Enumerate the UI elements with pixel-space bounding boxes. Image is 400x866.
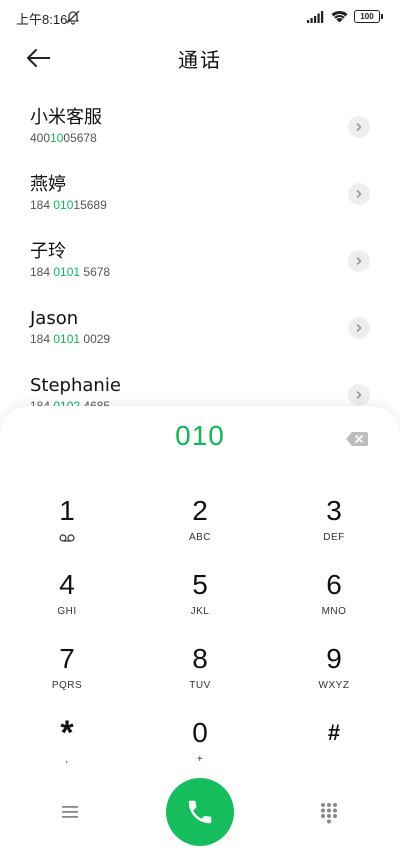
key-1[interactable]: 1 (17, 494, 117, 564)
key-9[interactable]: 9 WXYZ (284, 642, 384, 712)
key-star[interactable]: * , (17, 716, 117, 786)
contact-detail-button[interactable] (348, 116, 370, 138)
signal-icon (307, 10, 324, 23)
key-digit: 6 (326, 569, 342, 600)
contact-detail-button[interactable] (348, 384, 370, 406)
key-7[interactable]: 7 PQRS (17, 642, 117, 712)
key-hash[interactable]: # (284, 716, 384, 786)
key-digit: 2 (192, 495, 208, 526)
key-letters: TUV (189, 680, 211, 691)
chevron-right-icon (356, 324, 362, 332)
key-letters: PQRS (51, 680, 83, 691)
contact-list: 小米客服 4001005678 燕婷 184 01015689 子玲 184 0… (0, 92, 400, 427)
chevron-right-icon (356, 190, 362, 198)
key-2[interactable]: 2 ABC (150, 494, 250, 564)
status-time: 上午8:16 (16, 12, 68, 27)
list-item[interactable]: Jason 184 0101 0029 (0, 293, 400, 360)
wifi-icon (331, 10, 348, 23)
key-5[interactable]: 5 JKL (150, 568, 250, 638)
contact-name: 小米客服 (30, 107, 102, 128)
phone-icon (188, 800, 212, 824)
contact-detail-button[interactable] (348, 250, 370, 272)
key-digit: 8 (192, 643, 208, 674)
list-item[interactable]: 小米客服 4001005678 (0, 92, 400, 159)
menu-icon[interactable] (61, 805, 79, 819)
list-item[interactable]: 子玲 184 0101 5678 (0, 226, 400, 293)
key-3[interactable]: 3 DEF (284, 494, 384, 564)
page-title: 通话 (178, 48, 222, 72)
key-digit: 4 (59, 569, 75, 600)
key-digit: # (327, 720, 341, 745)
key-letters: , (65, 754, 69, 765)
dialer-bottom-bar (0, 778, 400, 848)
contact-detail-button[interactable] (348, 183, 370, 205)
key-6[interactable]: 6 MNO (284, 568, 384, 638)
status-bar: 上午8:16 100 (0, 0, 400, 34)
backspace-icon[interactable] (346, 432, 368, 446)
contact-number: 184 0101 5678 (30, 265, 111, 279)
contact-number: 184 0101 0029 (30, 332, 111, 346)
key-letters: + (196, 754, 204, 765)
status-indicators: 100 (307, 10, 383, 23)
key-letters: JKL (190, 606, 210, 617)
contact-name: Stephanie (30, 375, 121, 396)
contact-number: 4001005678 (30, 131, 97, 145)
contact-name: Jason (30, 308, 79, 329)
list-item[interactable]: 燕婷 184 01015689 (0, 159, 400, 226)
key-digit: 7 (59, 643, 75, 674)
key-4[interactable]: 4 GHI (17, 568, 117, 638)
key-digit: 9 (326, 643, 342, 674)
dialer-sheet: 010 1 2 ABC 3 DEF 4 GHI 5 JKL 6 MNO 7 PQ… (0, 406, 400, 866)
key-digit: 3 (326, 495, 342, 526)
key-0[interactable]: 0 + (150, 716, 250, 786)
mute-bell-icon (66, 10, 80, 25)
contact-name: 子玲 (30, 241, 66, 262)
key-letters: MNO (321, 606, 347, 617)
battery-icon: 100 (354, 10, 383, 23)
chevron-right-icon (356, 123, 362, 131)
key-letters: ABC (188, 532, 212, 543)
key-letters: DEF (323, 532, 345, 543)
keypad-icon[interactable] (320, 802, 338, 824)
key-digit: 1 (59, 495, 75, 526)
contact-name: 燕婷 (30, 174, 66, 195)
key-digit: 0 (192, 717, 208, 748)
voicemail-icon (59, 534, 75, 542)
dial-number-display[interactable]: 010 (0, 420, 400, 452)
key-digit: * (60, 714, 74, 752)
chevron-right-icon (356, 391, 362, 399)
key-8[interactable]: 8 TUV (150, 642, 250, 712)
chevron-right-icon (356, 257, 362, 265)
call-button[interactable] (166, 778, 234, 846)
battery-level: 100 (360, 12, 374, 21)
key-letters: WXYZ (318, 680, 350, 691)
key-digit: 5 (192, 569, 208, 600)
contact-detail-button[interactable] (348, 317, 370, 339)
contact-number: 184 01015689 (30, 198, 107, 212)
key-letters: GHI (57, 606, 77, 617)
